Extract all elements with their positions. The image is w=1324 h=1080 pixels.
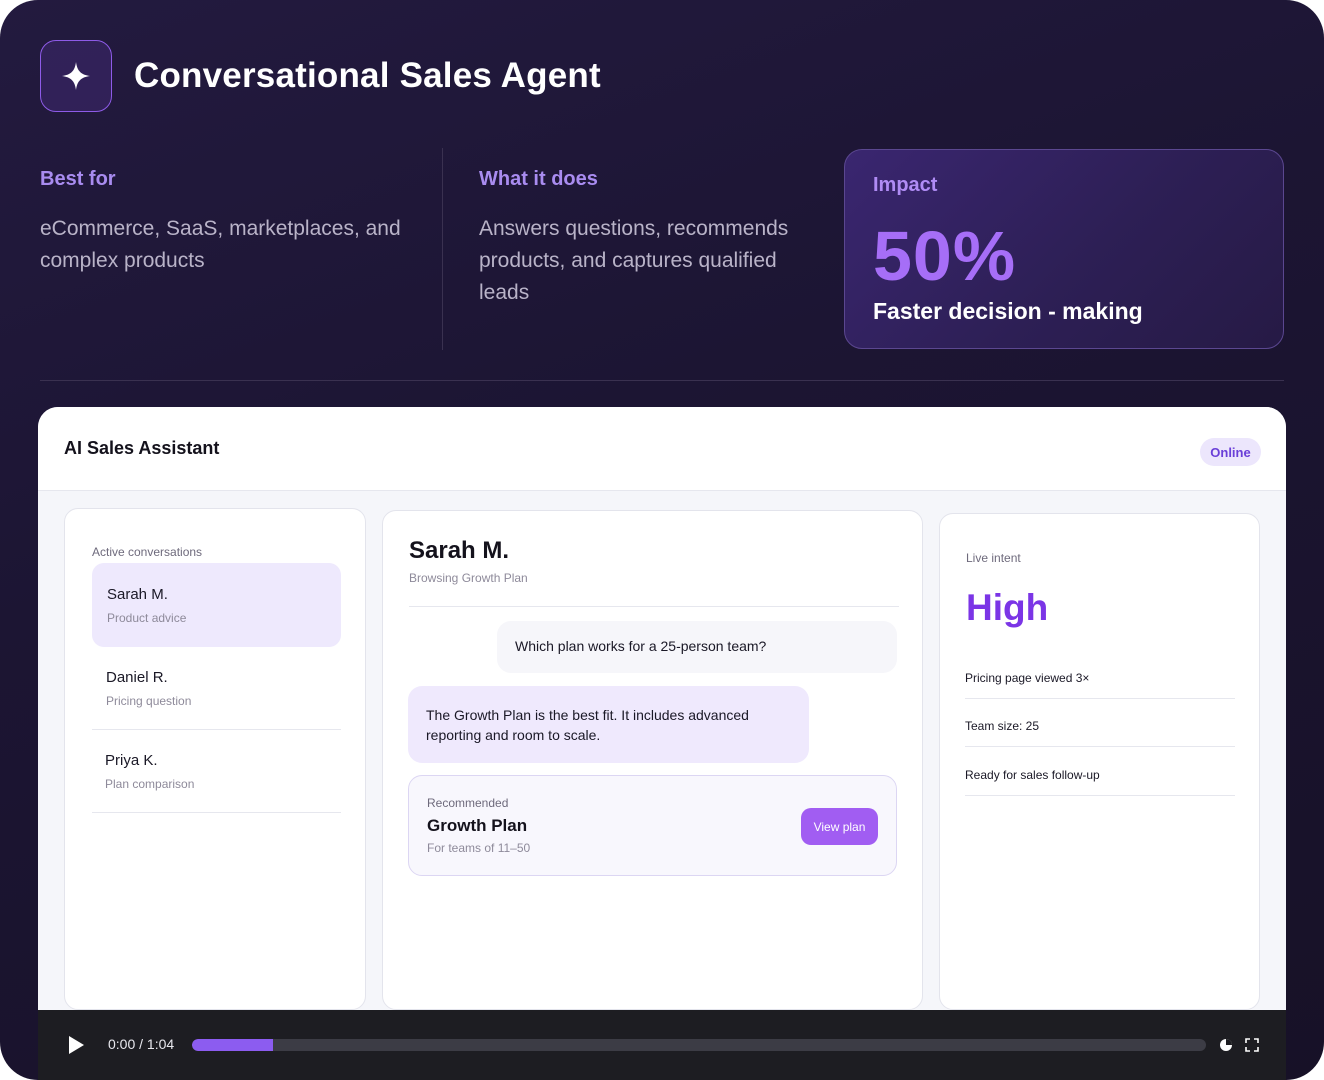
conversation-topic: Plan comparison — [105, 777, 195, 791]
settings-icon[interactable] — [1218, 1037, 1234, 1053]
logo-badge — [40, 40, 112, 112]
conversation-topic: Product advice — [107, 611, 187, 625]
conversation-name: Sarah M. — [107, 586, 168, 603]
what-it-does-label: What it does — [479, 168, 598, 190]
ai-message: The Growth Plan is the best fit. It incl… — [408, 686, 809, 763]
what-it-does-section: What it does Answers questions, recommen… — [479, 148, 829, 309]
intent-signal: Team size: 25 — [965, 699, 1235, 747]
what-it-does-text: Answers questions, recommends products, … — [479, 217, 789, 304]
intent-panel: Live intent High Pricing page viewed 3× … — [939, 513, 1260, 1010]
play-icon[interactable] — [66, 1034, 86, 1056]
conversations-label: Active conversations — [92, 545, 203, 559]
conversation-topic: Pricing question — [106, 694, 192, 708]
fullscreen-icon[interactable] — [1244, 1037, 1260, 1053]
intent-signal: Ready for sales follow-up — [965, 748, 1235, 796]
page-title: Conversational Sales Agent — [134, 56, 601, 95]
recommendation-card: Recommended Growth Plan For teams of 11–… — [408, 775, 897, 876]
status-badge: Online — [1200, 438, 1261, 466]
playback-time: 0:00 / 1:04 — [108, 1036, 175, 1052]
page-frame: Conversational Sales Agent Best for eCom… — [0, 0, 1324, 1080]
conversation-item-priya[interactable]: Priya K. Plan comparison — [92, 729, 341, 813]
view-plan-button[interactable]: View plan — [801, 808, 878, 845]
impact-card: Impact 50% Faster decision - making — [844, 149, 1284, 349]
sparkle-icon — [62, 62, 90, 90]
progress-track[interactable] — [192, 1039, 1206, 1051]
intent-signal-text: Ready for sales follow-up — [965, 768, 1100, 782]
intent-value: High — [966, 587, 1049, 628]
sales-assistant-app: AI Sales Assistant Online Active convers… — [38, 407, 1286, 1080]
section-divider — [442, 148, 443, 350]
impact-label: Impact — [873, 174, 938, 196]
impact-caption: Faster decision - making — [873, 298, 1143, 324]
intent-signal-text: Team size: 25 — [965, 719, 1040, 733]
progress-fill — [192, 1039, 274, 1051]
conversation-item-daniel[interactable]: Daniel R. Pricing question — [92, 646, 341, 730]
best-for-label: Best for — [40, 168, 116, 190]
recommendation-name: Growth Plan — [427, 816, 528, 835]
conversation-name: Daniel R. — [106, 669, 168, 686]
app-title: AI Sales Assistant — [64, 438, 220, 458]
user-message: Which plan works for a 25-person team? — [497, 621, 897, 673]
chat-divider — [409, 606, 899, 607]
intent-signal-text: Pricing page viewed 3× — [965, 671, 1090, 685]
best-for-section: Best for eCommerce, SaaS, marketplaces, … — [40, 148, 420, 277]
impact-value: 50% — [873, 217, 1017, 295]
app-header: AI Sales Assistant Online — [38, 407, 1286, 491]
chat-contact-name: Sarah M. — [409, 537, 510, 564]
horizontal-divider — [40, 380, 1284, 381]
chat-panel: Sarah M. Browsing Growth Plan Which plan… — [382, 510, 923, 1010]
recommendation-label: Recommended — [427, 796, 509, 810]
conversations-panel: Active conversations Sarah M. Product ad… — [64, 508, 366, 1010]
conversation-item-sarah[interactable]: Sarah M. Product advice — [92, 563, 341, 647]
chat-contact-status: Browsing Growth Plan — [409, 571, 528, 585]
recommendation-detail: For teams of 11–50 — [427, 841, 531, 855]
video-player-controls: 0:00 / 1:04 — [38, 1010, 1286, 1080]
intent-signal: Pricing page viewed 3× — [965, 651, 1235, 699]
intent-label: Live intent — [966, 551, 1021, 565]
conversation-name: Priya K. — [105, 752, 158, 769]
best-for-text: eCommerce, SaaS, marketplaces, and compl… — [40, 217, 401, 272]
